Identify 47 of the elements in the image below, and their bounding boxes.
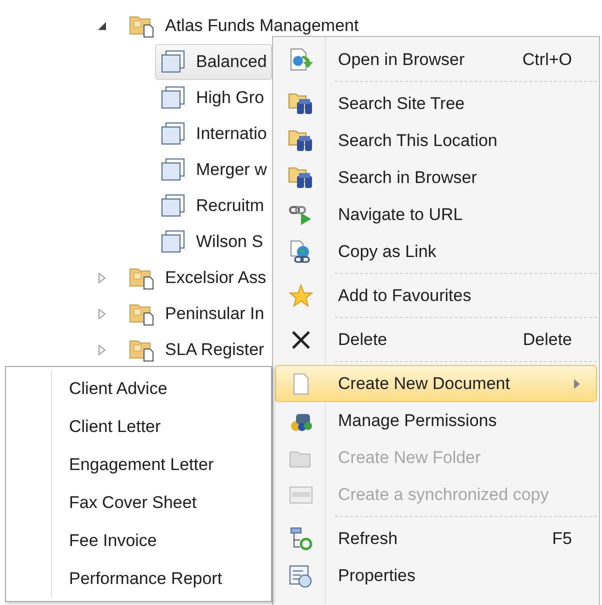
menu-item[interactable]: Add to Favourites (275, 277, 597, 314)
document-stack-icon (160, 86, 186, 110)
tree-refresh-icon (288, 526, 314, 552)
folder-page-icon (129, 338, 155, 362)
tree-item[interactable]: High Gro (155, 80, 270, 116)
tree-item[interactable]: Balanced (155, 44, 272, 80)
tree-item[interactable]: Merger w (155, 152, 272, 188)
document-stack-icon (160, 122, 186, 146)
tree-item[interactable]: Internatio (155, 116, 272, 152)
menu-item[interactable]: Create New Document (275, 365, 597, 402)
tree-item[interactable]: Recruitm (155, 188, 270, 224)
tree-item[interactable]: Atlas Funds Management (165, 16, 359, 36)
document-stack-icon (160, 50, 186, 74)
menu-item[interactable]: Delete Delete (275, 321, 597, 358)
menu-item[interactable]: Engagement Letter (6, 446, 271, 484)
menu-item[interactable]: Navigate to URL (275, 196, 597, 233)
expander-icon[interactable] (97, 21, 107, 31)
tree-item[interactable]: Peninsular In (165, 304, 264, 324)
menu-item[interactable]: Properties (275, 557, 597, 594)
menu-item[interactable]: Fax Cover Sheet (6, 484, 271, 522)
tree-item[interactable]: SLA Register (165, 340, 264, 360)
binoculars-folder-icon (288, 164, 314, 190)
properties-icon (288, 562, 314, 588)
menu-item[interactable]: Search This Location (275, 122, 597, 159)
submenu-arrow-icon (574, 378, 580, 388)
menu-item[interactable]: Copy as Link (275, 233, 597, 270)
menu-item[interactable]: Manage Permissions (275, 402, 597, 439)
menu-item[interactable]: Performance Report (6, 560, 271, 598)
menu-item[interactable]: Open in Browser Ctrl+O (275, 41, 597, 78)
document-stack-icon (160, 194, 186, 218)
document-arrow-icon (288, 46, 314, 72)
folder-page-icon (129, 302, 155, 326)
folder-page-icon (129, 266, 155, 290)
menu-item[interactable]: Client Letter (6, 408, 271, 446)
menu-item[interactable]: Search in Browser (275, 159, 597, 196)
document-stack-icon (160, 230, 186, 254)
folder-page-icon (129, 14, 155, 38)
menu-item[interactable]: Fee Invoice (6, 522, 271, 560)
document-stack-icon (160, 158, 186, 182)
tree-item[interactable]: Excelsior Ass (165, 268, 266, 288)
tree-item[interactable]: Wilson S (155, 224, 268, 260)
menu-item[interactable]: Refresh F5 (275, 520, 597, 557)
star-icon (288, 282, 314, 308)
binoculars-folder-icon (288, 128, 314, 154)
binoculars-folder-icon (288, 90, 314, 116)
menu-item[interactable]: Client Advice (6, 370, 271, 408)
menu-item[interactable]: Search Site Tree (275, 85, 597, 122)
